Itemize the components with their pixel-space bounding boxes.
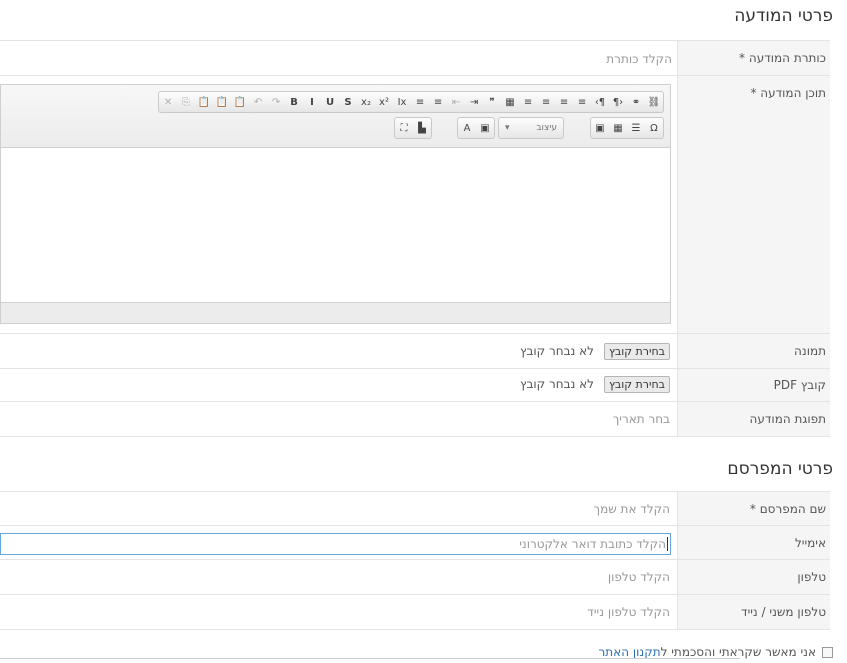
name-input[interactable]: הקלד את שמך [594,502,670,516]
paste-word-icon[interactable]: 📋 [231,93,249,111]
label-title: כותרת המודעה * [677,41,830,76]
indent-icon[interactable]: ⇥ [465,93,483,111]
toolbar-tools: ⛶ ▙ [394,117,432,139]
italic-icon[interactable]: I [303,93,321,111]
numbered-list-icon[interactable]: ≡ [411,93,429,111]
phone-input[interactable]: הקלד טלפון [608,570,670,584]
format-select[interactable]: עיצוב ▾ [499,119,563,137]
row-image: תמונה בחירת קובץ לא נבחר קובץ [0,333,830,369]
consent-text: אני מאשר שקראתי והסכמתי ל [660,645,816,659]
toolbar-colors: A ▣ [457,117,495,139]
show-blocks-icon[interactable]: ▙ [413,119,431,137]
divider [0,658,740,659]
label-name: שם המפרסם * [677,492,830,526]
section-title-ad-details: פרטי המודעה [734,6,833,26]
special-char-icon[interactable]: Ω [645,119,663,137]
cut-icon[interactable]: ✕ [159,93,177,111]
justify-icon[interactable]: ≡ [573,93,591,111]
expiry-date-input[interactable]: בחר תאריך [613,412,670,426]
row-expiry: תפוגת המודעה בחר תאריך [0,401,830,437]
redo-icon[interactable]: ↷ [267,93,285,111]
toolbar-row-1: ✕ ⎘ 📋 📋 📋 ↶ ↷ B I U Sx₂ x² Ix ≡ ≡ ⇤ ⇥ ❞ ▦ ≡ ≡ ≡ ≡ ¶› ‹¶ ⚭ ⛓ [158,91,664,113]
section-title-publisher: פרטי המפרסם [727,459,833,479]
bold-icon[interactable]: B [285,93,303,111]
table-icon[interactable]: ▦ [609,119,627,137]
terms-link[interactable]: תקנון האתר [599,645,661,659]
maximize-icon[interactable]: ⛶ [395,119,413,137]
format-group: עיצוב ▾ [498,117,564,139]
rich-text-editor[interactable]: ✕ ⎘ 📋 📋 📋 ↶ ↷ B I U Sx₂ x² Ix ≡ ≡ ⇤ ⇥ ❞ ▦ ≡ ≡ ≡ ≡ ¶› ‹¶ ⚭ ⛓ ▣ ▦ ☰ Ω ע… [0,84,671,324]
text-caret [667,537,668,551]
image-icon[interactable]: ▣ [591,119,609,137]
toolbar-row-2: ▣ ▦ ☰ Ω [590,117,664,139]
row-phone: טלפון הקלד טלפון [0,559,830,595]
outdent-icon[interactable]: ⇤ [447,93,465,111]
text-color-icon[interactable]: A [458,119,476,137]
superscript-icon[interactable]: x² [375,93,393,111]
paste-icon[interactable]: 📋 [195,93,213,111]
bulleted-list-icon[interactable]: ≡ [429,93,447,111]
pdf-file-button[interactable]: בחירת קובץ [603,376,670,393]
label-pdf: קובץ PDF [677,369,830,402]
paste-text-icon[interactable]: 📋 [213,93,231,111]
mobile-input[interactable]: הקלד טלפון נייד [587,605,670,619]
align-center-icon[interactable]: ≡ [537,93,555,111]
image-file-button[interactable]: בחירת קובץ [603,343,670,360]
label-content: תוכן המודעה * [677,76,830,334]
label-mobile: טלפון משני / נייד [677,595,830,629]
rtl-icon[interactable]: ‹¶ [609,93,627,111]
align-left-icon[interactable]: ≡ [519,93,537,111]
label-phone: טלפון [677,560,830,595]
editor-toolbar: ✕ ⎘ 📋 📋 📋 ↶ ↷ B I U Sx₂ x² Ix ≡ ≡ ⇤ ⇥ ❞ ▦ ≡ ≡ ≡ ≡ ¶› ‹¶ ⚭ ⛓ ▣ ▦ ☰ Ω ע… [1,85,670,148]
strike-icon[interactable]: S [339,93,357,111]
align-right-icon[interactable]: ≡ [555,93,573,111]
row-name: שם המפרסם * הקלד את שמך [0,491,830,526]
copy-icon[interactable]: ⎘ [177,93,195,111]
bg-color-icon[interactable]: ▣ [476,119,494,137]
blockquote-icon[interactable]: ❞ [483,93,501,111]
row-mobile: טלפון משני / נייד הקלד טלפון נייד [0,594,830,630]
undo-icon[interactable]: ↶ [249,93,267,111]
ltr-icon[interactable]: ¶› [591,93,609,111]
row-pdf: קובץ PDF בחירת קובץ לא נבחר קובץ [0,368,830,402]
label-image: תמונה [677,334,830,369]
link-icon[interactable]: ⚭ [627,93,645,111]
div-icon[interactable]: ▦ [501,93,519,111]
unlink-icon[interactable]: ⛓ [645,93,663,111]
email-input[interactable]: הקלד כתובת דואר אלקטרוני [0,533,671,555]
title-input[interactable]: הקלד כותרת [606,52,672,66]
underline-icon[interactable]: U [321,93,339,111]
label-email: אימייל [677,526,830,560]
remove-format-icon[interactable]: Ix [393,93,411,111]
consent-row: אני מאשר שקראתי והסכמתי ל תקנון האתר [599,645,833,659]
horizontal-line-icon[interactable]: ☰ [627,119,645,137]
subscript-icon[interactable]: x₂ [357,93,375,111]
editor-footer [1,302,670,323]
consent-checkbox[interactable] [822,646,833,658]
pdf-file-status: לא נבחר קובץ [519,377,594,391]
label-expiry: תפוגת המודעה [677,402,830,436]
row-title: כותרת המודעה * הקלד כותרת [0,40,830,76]
chevron-down-icon: ▾ [505,123,510,133]
image-file-status: לא נבחר קובץ [519,344,594,358]
